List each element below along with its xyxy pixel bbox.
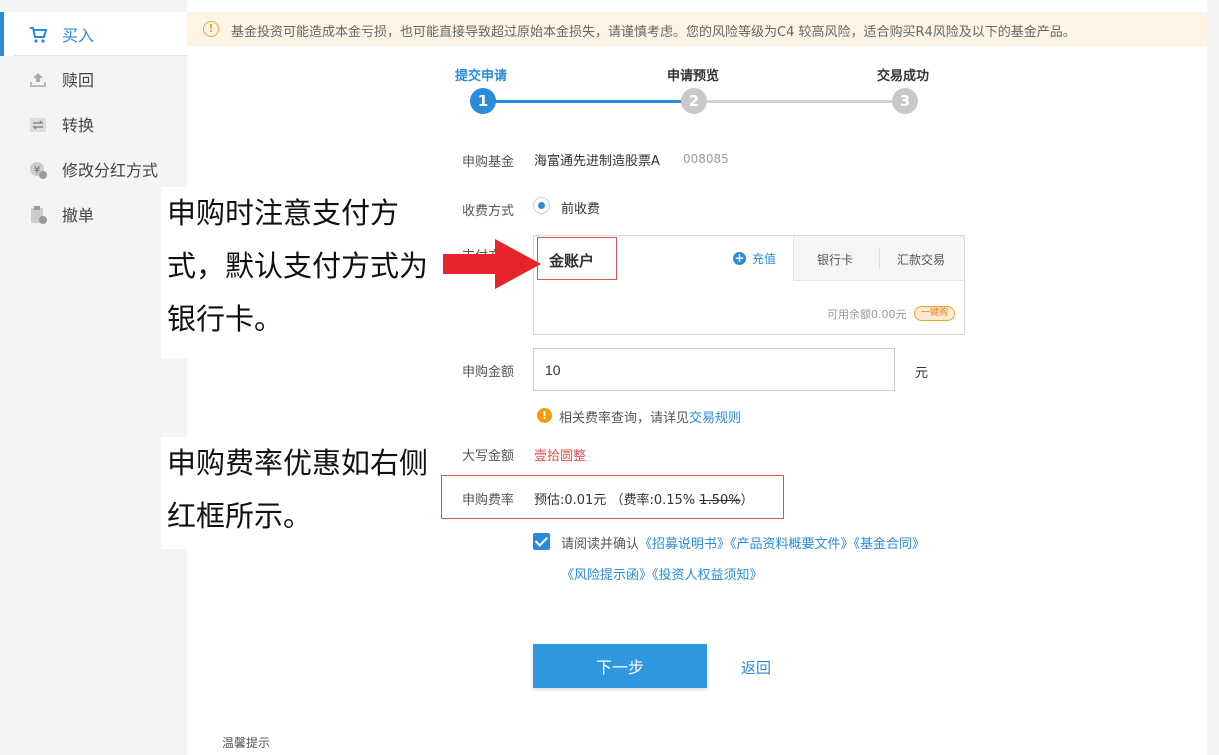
warning-icon: ! — [203, 21, 219, 37]
fund-contract-link[interactable]: 《基金合同》 — [854, 537, 926, 552]
investor-rights-link[interactable]: 《投资人权益须知》 — [652, 568, 763, 583]
page-margin — [1207, 0, 1219, 755]
fee-query-prefix: 相关费率查询，请详见 — [559, 411, 690, 426]
fee-query-text: 相关费率查询，请详见交易规则 — [559, 407, 741, 426]
warm-tips-heading: 温馨提示 — [222, 736, 271, 750]
recharge-link[interactable]: + 充值 — [733, 250, 776, 267]
divider — [14, 55, 187, 56]
info-icon: ! — [537, 408, 552, 423]
agree-checkbox[interactable] — [533, 533, 550, 550]
sidebar-item-label: 赎回 — [62, 71, 95, 90]
sidebar: 买入 赎回 转换 ¥ 修改分红方式 撤单 — [0, 0, 187, 755]
front-fee-radio[interactable] — [533, 197, 550, 214]
step-1-label: 提交申请 — [455, 69, 508, 84]
sidebar-item-redeem[interactable]: 赎回 — [0, 57, 187, 101]
exchange-icon — [28, 115, 48, 135]
annotation-fee-note: 申购费率优惠如右侧红框所示。 — [161, 437, 429, 549]
agreement-line-2: 《风险提示函》《投资人权益须知》 — [561, 564, 763, 583]
payment-tabs: 银行卡 汇款交易 — [793, 236, 964, 281]
one-click-buy-button[interactable]: 一键购 — [914, 306, 955, 321]
clipboard-cancel-icon — [28, 205, 48, 225]
step-progress-line — [483, 100, 694, 103]
step-2-label: 申请预览 — [667, 69, 720, 84]
step-3-circle: 3 — [892, 88, 918, 114]
step-1-circle: 1 — [470, 88, 496, 114]
sidebar-item-dividend[interactable]: ¥ 修改分红方式 — [0, 147, 187, 191]
trade-rules-link[interactable]: 交易规则 — [689, 411, 741, 426]
amount-unit: 元 — [915, 366, 929, 381]
fund-name: 海富通先进制造股票A — [534, 154, 660, 169]
prospectus-link[interactable]: 《招募说明书》 — [639, 537, 730, 552]
agree-prefix: 请阅读并确认 — [561, 537, 640, 552]
agreement-line-1: 请阅读并确认《招募说明书》《产品资料概要文件》《基金合同》 — [561, 533, 925, 552]
next-step-button[interactable]: 下一步 — [533, 644, 707, 688]
tab-remittance[interactable]: 汇款交易 — [897, 251, 945, 268]
sidebar-item-convert[interactable]: 转换 — [0, 102, 187, 146]
amount-input[interactable] — [533, 348, 895, 391]
sidebar-item-label: 转换 — [62, 116, 95, 135]
fee-mode-label: 收费方式 — [462, 204, 515, 219]
step-remaining-line — [694, 100, 905, 103]
divider — [879, 248, 880, 268]
uppercase-amount-value: 壹拾圆整 — [534, 449, 587, 464]
plus-icon: + — [733, 251, 746, 265]
front-fee-label: 前收费 — [561, 202, 601, 217]
yen-gear-icon: ¥ — [28, 160, 48, 180]
highlight-box-fee — [441, 475, 784, 519]
cart-icon — [28, 25, 48, 45]
step-3-label: 交易成功 — [877, 69, 930, 84]
highlight-box-payment — [537, 237, 617, 280]
red-arrow-icon — [443, 239, 541, 289]
sidebar-item-label: 买入 — [62, 26, 95, 45]
upload-icon — [28, 70, 48, 90]
tab-bank-card[interactable]: 银行卡 — [817, 251, 853, 268]
back-link[interactable]: 返回 — [741, 657, 771, 678]
annotation-payment-note: 申购时注意支付方式，默认支付方式为银行卡。 — [161, 187, 429, 358]
sidebar-item-cancel[interactable]: 撤单 — [0, 192, 187, 236]
fund-code: 008085 — [683, 152, 729, 166]
amount-label: 申购金额 — [462, 365, 515, 380]
uppercase-amount-label: 大写金额 — [462, 449, 515, 464]
risk-notice-bar: ! 基金投资可能造成本金亏损，也可能直接导致超过原始本金损失，请谨慎考虑。您的风… — [187, 12, 1207, 46]
risk-notice-link[interactable]: 《风险提示函》 — [561, 568, 652, 583]
fund-label: 申购基金 — [462, 155, 515, 170]
recharge-label: 充值 — [752, 252, 777, 266]
product-summary-link[interactable]: 《产品资料概要文件》 — [730, 537, 854, 552]
sidebar-item-label: 撤单 — [62, 206, 95, 225]
sidebar-item-buy[interactable]: 买入 — [0, 12, 187, 56]
step-2-circle: 2 — [681, 88, 707, 114]
sidebar-item-label: 修改分红方式 — [62, 161, 159, 180]
available-balance: 可用余额0.00元 — [827, 308, 907, 321]
risk-notice-text: 基金投资可能造成本金亏损，也可能直接导致超过原始本金损失，请谨慎考虑。您的风险等… — [231, 25, 1076, 40]
